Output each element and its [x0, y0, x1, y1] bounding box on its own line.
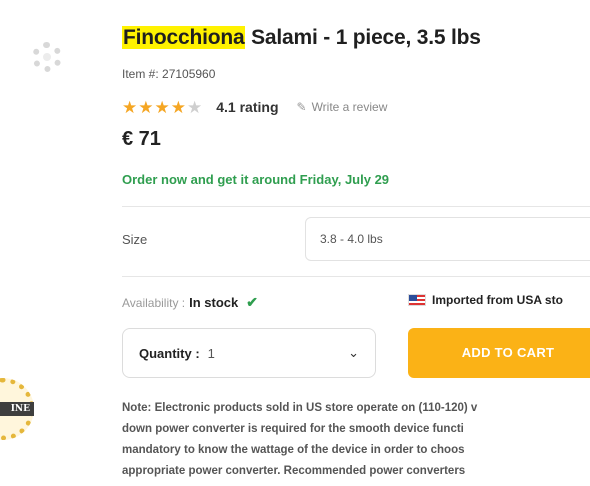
note-line: down power converter is required for the…: [122, 423, 464, 435]
size-option[interactable]: 3.8 - 4.0 lbs: [305, 217, 590, 261]
star-icon: ★: [170, 97, 186, 117]
quantity-label: Quantity :: [139, 345, 200, 361]
availability: Availability : In stock ✔: [122, 294, 258, 311]
product-details: Finocchiona Salami - 1 piece, 3.5 lbs It…: [122, 0, 590, 486]
delivery-estimate: Order now and get it around Friday, July…: [122, 172, 390, 187]
rating-text: 4.1 rating: [216, 99, 279, 115]
availability-value: In stock: [189, 295, 239, 310]
seal-label: INE: [0, 402, 34, 416]
import-origin-text: Imported from USA sto: [432, 293, 563, 307]
title-highlight: Finocchiona: [122, 26, 246, 49]
star-icon: ★: [187, 97, 203, 117]
star-icon: ★: [138, 97, 154, 117]
star-icon: ★: [154, 97, 170, 117]
chevron-down-icon: ⌄: [348, 345, 359, 360]
import-origin: Imported from USA sto: [408, 293, 563, 307]
rating-row: ★ ★ ★ ★ ★ 4.1 rating ✎ Write a review: [122, 96, 387, 118]
star-icon: ★: [122, 97, 138, 117]
divider: [122, 206, 590, 207]
price: € 71: [122, 128, 161, 150]
divider: [122, 276, 590, 277]
usa-flag-icon: [408, 294, 426, 306]
write-review-label: Write a review: [311, 100, 388, 114]
title-rest: Salami - 1 piece, 3.5 lbs: [245, 26, 481, 49]
electronics-note: Note: Electronic products sold in US sto…: [122, 398, 590, 482]
note-line: Note: Electronic products sold in US sto…: [122, 402, 478, 414]
note-line: mandatory to know the wattage of the dev…: [122, 444, 465, 456]
star-rating: ★ ★ ★ ★ ★: [122, 99, 202, 116]
item-number: Item #: 27105960: [122, 67, 216, 81]
availability-label: Availability :: [122, 295, 186, 310]
thumbnail-strip: INE: [0, 0, 100, 486]
quantity-value: 1: [207, 345, 215, 361]
note-line: appropriate power converter. Recommended…: [122, 465, 466, 477]
check-icon: ✔: [246, 294, 258, 310]
write-review-link[interactable]: ✎ Write a review: [297, 100, 388, 114]
quantity-select[interactable]: Quantity : 1 ⌄: [122, 328, 376, 378]
add-to-cart-button[interactable]: ADD TO CART: [408, 328, 590, 378]
pen-icon: ✎: [296, 100, 307, 114]
loading-spinner-icon: [32, 42, 62, 72]
size-label: Size: [122, 232, 148, 247]
product-title: Finocchiona Salami - 1 piece, 3.5 lbs: [122, 26, 481, 50]
